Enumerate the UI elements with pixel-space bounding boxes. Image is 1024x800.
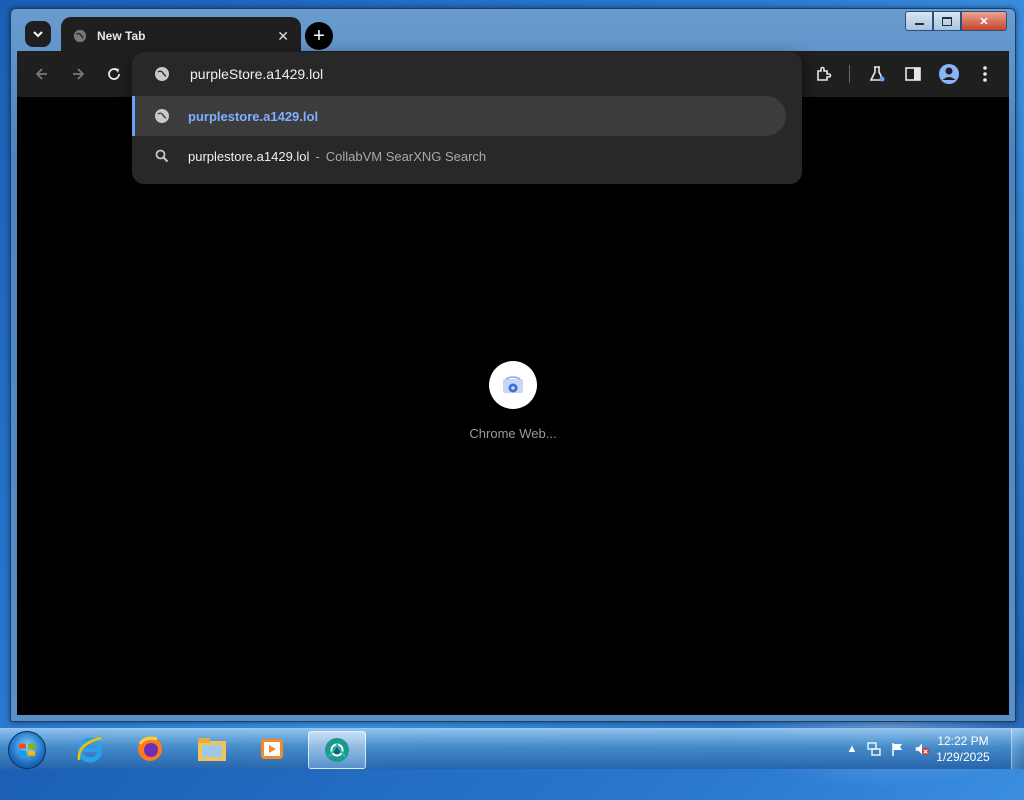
- show-desktop-button[interactable]: [1011, 729, 1024, 769]
- start-button[interactable]: [8, 731, 46, 769]
- tab-title: New Tab: [97, 29, 146, 43]
- forward-arrow-icon: [73, 68, 85, 80]
- flask-icon: [869, 66, 885, 82]
- globe-icon: [155, 109, 169, 123]
- omnibox-dropdown: purplestore.a1429.lol purplestore.a1429.…: [132, 52, 802, 184]
- minimize-button[interactable]: [905, 11, 933, 31]
- tab-close-icon[interactable]: ✕: [277, 28, 289, 45]
- chrome-icon: [325, 738, 349, 762]
- taskbar-firefox[interactable]: [122, 731, 178, 767]
- back-arrow-icon: [35, 68, 47, 80]
- side-panel-button[interactable]: [902, 63, 924, 85]
- menu-button[interactable]: [974, 63, 996, 85]
- close-icon: ✕: [979, 15, 989, 28]
- close-button[interactable]: ✕: [961, 11, 1007, 31]
- omnibox: [132, 52, 802, 96]
- file-explorer-icon: [198, 738, 226, 761]
- labs-button[interactable]: [866, 63, 888, 85]
- action-center-flag-icon[interactable]: [890, 741, 906, 757]
- taskbar-chrome[interactable]: [308, 731, 366, 769]
- window-caption-buttons: ✕: [905, 11, 1007, 31]
- firefox-icon: [138, 736, 162, 761]
- profile-icon: [939, 64, 959, 84]
- taskbar-file-explorer[interactable]: [184, 731, 240, 767]
- globe-icon: [155, 67, 169, 81]
- side-panel-icon: [905, 67, 921, 81]
- minimize-icon: [914, 23, 924, 25]
- extensions-button[interactable]: [813, 63, 835, 85]
- back-button[interactable]: [31, 63, 53, 85]
- chrome-web-store-icon: [503, 376, 523, 393]
- omnibox-suggestion[interactable]: purplestore.a1429.lol: [132, 96, 786, 136]
- shortcut-label[interactable]: Chrome Web...: [447, 426, 579, 441]
- chevron-down-icon: [33, 31, 43, 38]
- omnibox-suggestion[interactable]: purplestore.a1429.lol - CollabVM SearXNG…: [132, 136, 802, 176]
- tab-strip: New Tab ✕ +: [17, 13, 895, 55]
- suggestion-text: purplestore.a1429.lol: [188, 108, 319, 124]
- puzzle-icon: [817, 66, 832, 81]
- suggestion-provider: CollabVM SearXNG Search: [325, 148, 487, 164]
- globe-icon: [73, 29, 87, 43]
- forward-button[interactable]: [67, 63, 89, 85]
- windows-logo-icon: [19, 743, 35, 756]
- suggestion-text: purplestore.a1429.lol: [188, 148, 310, 164]
- selection-indicator: [132, 96, 135, 136]
- show-hidden-icons-button[interactable]: ▲: [844, 741, 860, 757]
- three-dot-menu-icon: [983, 66, 987, 82]
- new-tab-button[interactable]: +: [305, 22, 333, 50]
- shortcut-tile-chrome-web-store[interactable]: [489, 361, 537, 409]
- reload-icon: [108, 68, 120, 80]
- tab-search-button[interactable]: [25, 21, 51, 47]
- reload-button[interactable]: [103, 63, 125, 85]
- new-tab-page: Chrome Web...: [17, 97, 1009, 715]
- search-icon: [155, 149, 169, 163]
- taskbar-internet-explorer[interactable]: [62, 731, 118, 767]
- taskbar: ▲ 12:22 PM 1/29/2025: [0, 728, 1024, 769]
- profile-button[interactable]: [938, 63, 960, 85]
- maximize-icon: [942, 16, 952, 26]
- taskbar-media-player[interactable]: [244, 731, 300, 767]
- toolbar-separator: [849, 65, 850, 83]
- address-bar-input[interactable]: [188, 65, 752, 83]
- tab-new-tab[interactable]: New Tab ✕: [61, 17, 301, 55]
- maximize-button[interactable]: [933, 11, 961, 31]
- internet-explorer-icon: [77, 736, 103, 763]
- clock-date: 1/29/2025: [936, 750, 990, 764]
- clock-time: 12:22 PM: [937, 734, 989, 748]
- network-icon[interactable]: [866, 741, 882, 757]
- system-clock[interactable]: 12:22 PM 1/29/2025: [928, 733, 998, 765]
- suggestion-separator: -: [315, 148, 320, 164]
- media-player-icon: [261, 739, 283, 759]
